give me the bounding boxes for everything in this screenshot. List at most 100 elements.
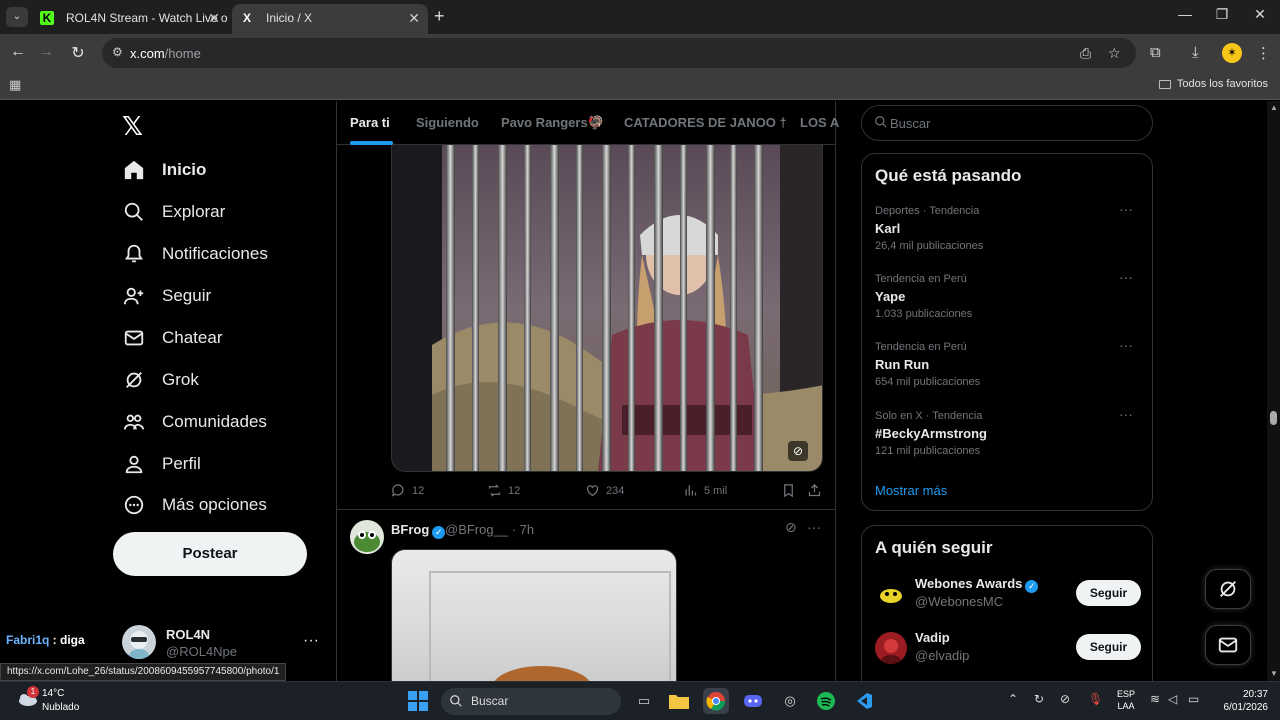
input-language[interactable]: ESP LAA	[1117, 688, 1135, 712]
show-more-link[interactable]: Mostrar más	[875, 483, 947, 498]
volume-icon[interactable]: ◁	[1168, 692, 1177, 706]
post-more-icon[interactable]: ···	[807, 519, 821, 535]
suggestion-name: Webones Awards ✓	[915, 576, 1039, 593]
tab-los-a[interactable]: LOS A	[800, 115, 839, 130]
x-logo-icon[interactable]: 𝕏	[122, 111, 143, 142]
repost-button[interactable]: 12	[487, 483, 520, 498]
trend-more-icon[interactable]: ···	[1119, 201, 1133, 217]
follow-button[interactable]: Seguir	[1076, 580, 1141, 606]
nav-notificaciones[interactable]: Notificaciones	[122, 237, 268, 271]
trend-item[interactable]: Tendencia en Perú Yape 1.033 publicacion…	[875, 269, 1141, 320]
trend-item[interactable]: Solo en X · Tendencia #BeckyArmstrong 12…	[875, 406, 1141, 457]
media-alt-icon[interactable]: ⊘	[788, 441, 808, 461]
nav-seguir[interactable]: Seguir	[122, 279, 211, 313]
clock[interactable]: 20:37 6/01/2026	[1212, 688, 1269, 714]
nav-label: Explorar	[162, 202, 226, 221]
microphone-icon[interactable]: 🎙	[1088, 692, 1103, 706]
profile-avatar[interactable]: ✶	[1222, 43, 1242, 63]
download-icon[interactable]: ⤓	[1192, 44, 1199, 61]
home-icon	[122, 158, 146, 182]
back-icon[interactable]: ←	[7, 43, 29, 61]
close-tab-icon[interactable]: ✕	[408, 4, 420, 32]
address-bar[interactable]: ⚙ x.com/home ⎙ ☆	[102, 38, 1136, 68]
x-favicon-icon: X	[242, 11, 251, 25]
chrome-icon[interactable]	[703, 688, 729, 714]
follow-button[interactable]: Seguir	[1076, 634, 1141, 660]
tab-search-button[interactable]: ⌄	[6, 7, 28, 27]
browser-tab-kick[interactable]: K ROL4N Stream - Watch Live on ✕	[32, 4, 228, 34]
browser-tab-x[interactable]: X Inicio / X ✕	[232, 4, 428, 34]
trend-name: Run Run	[875, 357, 930, 372]
bookmark-star-icon[interactable]: ☆	[1108, 45, 1121, 62]
reload-icon[interactable]: ↻	[67, 43, 89, 63]
nav-mas-opciones[interactable]: Más opciones	[122, 488, 267, 522]
page-scrollbar[interactable]: ▲ ▼	[1267, 101, 1280, 681]
post-author-name[interactable]: BFrog ✓	[391, 522, 446, 539]
discord-icon[interactable]	[740, 688, 766, 714]
post-photo[interactable]	[391, 549, 677, 681]
menu-kebab-icon[interactable]: ⋮	[1256, 44, 1271, 62]
battery-icon[interactable]: ▭	[1188, 692, 1199, 706]
bfrog-avatar[interactable]	[350, 520, 384, 554]
tray-app-icon[interactable]: ⊘	[1060, 692, 1070, 706]
start-button[interactable]	[405, 688, 431, 714]
file-explorer-icon[interactable]	[666, 688, 692, 714]
wifi-icon[interactable]: ≋	[1150, 692, 1160, 706]
person-icon	[122, 452, 146, 476]
forward-icon[interactable]: →	[35, 43, 57, 61]
search-input[interactable]: Buscar	[861, 105, 1153, 141]
nav-perfil[interactable]: Perfil	[122, 447, 201, 481]
task-view-icon[interactable]: ▭	[631, 688, 657, 714]
reply-button[interactable]: 12	[391, 483, 424, 498]
trend-item[interactable]: Tendencia en Perú Run Run 654 mil public…	[875, 337, 1141, 388]
nav-grok[interactable]: Grok	[122, 363, 199, 397]
grok-explain-icon[interactable]: ⊘	[785, 519, 797, 536]
scroll-down-icon[interactable]: ▼	[1270, 669, 1278, 678]
nav-inicio[interactable]: Inicio	[122, 153, 206, 187]
app-icon[interactable]: ◎	[777, 688, 803, 714]
follow-suggestion[interactable]: Vadip @elvadip Seguir	[875, 630, 1141, 670]
account-more-icon[interactable]: ···	[303, 632, 319, 650]
nav-explorar[interactable]: Explorar	[122, 195, 225, 229]
tray-overflow-icon[interactable]: ⌃	[1008, 692, 1018, 706]
taskbar-search[interactable]: Buscar	[441, 688, 621, 715]
weather-desc[interactable]: Nublado	[42, 702, 79, 713]
spotify-icon[interactable]	[813, 688, 839, 714]
close-tab-icon[interactable]: ✕	[208, 4, 220, 32]
new-tab-button[interactable]: +	[434, 6, 445, 27]
share-button[interactable]	[807, 483, 822, 498]
trend-item[interactable]: Deportes · Tendencia Karl 26,4 mil publi…	[875, 201, 1141, 252]
trend-more-icon[interactable]: ···	[1119, 337, 1133, 353]
bookmark-button[interactable]	[781, 483, 796, 498]
vscode-icon[interactable]	[850, 688, 876, 714]
all-bookmarks-folder[interactable]: Todos los favoritos	[1158, 78, 1268, 90]
tab-catadores[interactable]: CATADORES DE JANOO †	[624, 115, 787, 130]
views-button[interactable]: 5 mil	[683, 483, 727, 498]
post-photo[interactable]: ⊘	[391, 145, 823, 472]
webones-avatar	[875, 578, 907, 610]
nav-chatear[interactable]: Chatear	[122, 321, 222, 355]
scroll-thumb[interactable]	[1270, 411, 1277, 425]
follow-suggestion[interactable]: Webones Awards ✓ @WebonesMC Seguir	[875, 576, 1141, 616]
nav-comunidades[interactable]: Comunidades	[122, 405, 267, 439]
scroll-up-icon[interactable]: ▲	[1270, 103, 1278, 112]
messages-float-button[interactable]	[1205, 625, 1251, 665]
site-settings-icon[interactable]: ⚙	[112, 45, 123, 59]
tab-para-ti[interactable]: Para ti	[350, 115, 390, 130]
minimize-icon[interactable]: —	[1175, 6, 1195, 22]
weather-temp[interactable]: 14°C	[42, 688, 64, 699]
extensions-icon[interactable]: ⧉	[1150, 44, 1161, 61]
apps-grid-icon[interactable]: ▦	[9, 77, 21, 93]
install-app-icon[interactable]: ⎙	[1080, 45, 1091, 62]
maximize-icon[interactable]: ❐	[1212, 6, 1232, 23]
like-button[interactable]: 234	[585, 483, 624, 498]
sync-icon[interactable]: ↻	[1034, 692, 1044, 706]
post-button[interactable]: Postear	[113, 532, 307, 576]
tab-siguiendo[interactable]: Siguiendo	[416, 115, 479, 130]
tab-pavo-rangers[interactable]: Pavo Rangers🦃	[501, 115, 604, 131]
trend-more-icon[interactable]: ···	[1119, 406, 1133, 422]
account-avatar[interactable]	[122, 625, 156, 659]
trend-more-icon[interactable]: ···	[1119, 269, 1133, 285]
grok-float-button[interactable]	[1205, 569, 1251, 609]
close-window-icon[interactable]: ✕	[1250, 6, 1270, 23]
